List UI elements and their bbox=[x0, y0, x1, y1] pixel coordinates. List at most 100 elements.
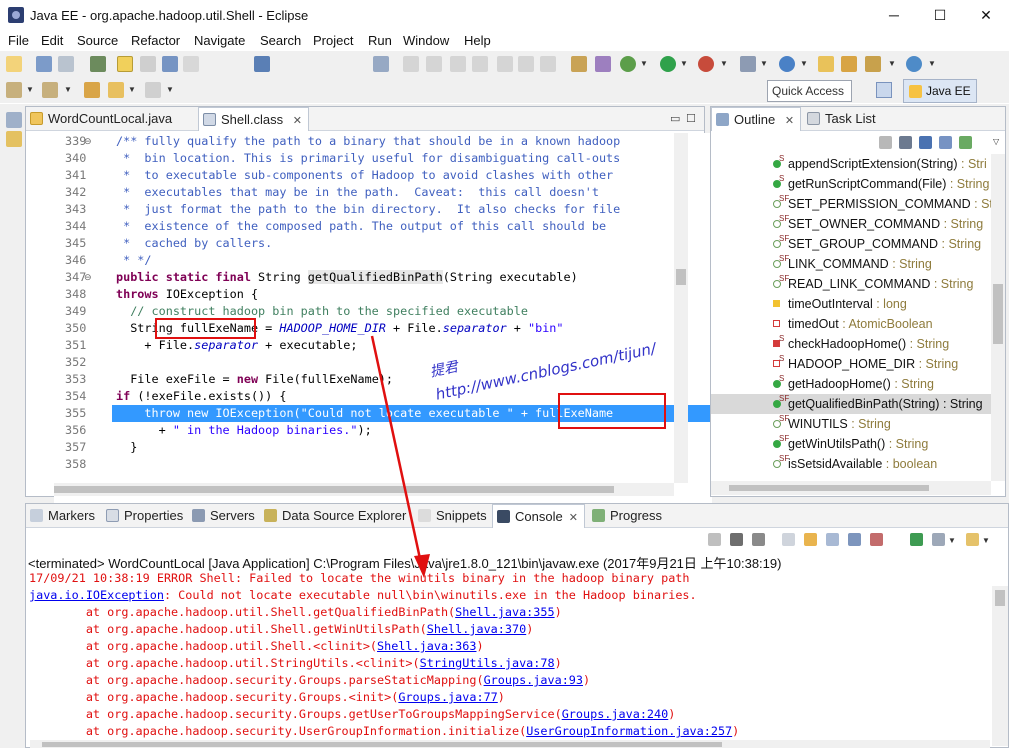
step-over-icon[interactable] bbox=[518, 56, 534, 72]
outline-item[interactable]: S HADOOP_HOME_DIR : String bbox=[711, 354, 991, 374]
previous-annotation-icon[interactable] bbox=[42, 82, 58, 98]
new-icon[interactable] bbox=[6, 56, 22, 72]
chevron-down-icon[interactable]: ▼ bbox=[982, 536, 990, 545]
chevron-down-icon[interactable]: ▼ bbox=[26, 85, 34, 94]
tab-servers[interactable]: Servers bbox=[188, 504, 261, 528]
terminate-icon[interactable] bbox=[450, 56, 466, 72]
forward-arrow-icon[interactable] bbox=[145, 82, 161, 98]
monitor-icon[interactable] bbox=[254, 56, 270, 72]
tab-markers[interactable]: Markers bbox=[26, 504, 101, 528]
open-type-icon[interactable] bbox=[818, 56, 834, 72]
minimize-panel-icon[interactable]: ▭ bbox=[670, 112, 680, 125]
menu-file[interactable]: File bbox=[8, 33, 29, 48]
outline-item[interactable]: timedOut : AtomicBoolean bbox=[711, 314, 991, 334]
vertical-scrollbar[interactable] bbox=[674, 133, 688, 483]
sort-icon[interactable] bbox=[879, 136, 892, 149]
horizontal-scrollbar[interactable] bbox=[711, 481, 991, 495]
chevron-down-icon[interactable]: ▼ bbox=[64, 85, 72, 94]
outline-item-selected[interactable]: SF getQualifiedBinPath(String) : String bbox=[711, 394, 991, 414]
run-external-tools-icon[interactable] bbox=[698, 56, 714, 72]
outline-item[interactable]: SappendScriptExtension(String) : Stri bbox=[711, 154, 991, 174]
tab-outline[interactable]: Outline ✕ bbox=[711, 107, 802, 131]
search-icon[interactable] bbox=[865, 56, 881, 72]
vertical-scrollbar[interactable] bbox=[992, 586, 1008, 746]
menu-search[interactable]: Search bbox=[260, 33, 301, 48]
chevron-down-icon[interactable]: ▼ bbox=[928, 59, 936, 68]
chevron-down-icon[interactable]: ▼ bbox=[166, 85, 174, 94]
stack-frame-link[interactable]: Shell.java:355 bbox=[455, 605, 554, 619]
chevron-down-icon[interactable]: ▼ bbox=[640, 59, 648, 68]
outline-item[interactable]: SF WINUTILS : String bbox=[711, 414, 991, 434]
word-wrap-icon[interactable] bbox=[826, 533, 839, 546]
step-into-icon[interactable] bbox=[497, 56, 513, 72]
open-task-icon[interactable] bbox=[841, 56, 857, 72]
hide-static-icon[interactable] bbox=[919, 136, 932, 149]
show-whitespace-icon[interactable] bbox=[183, 56, 199, 72]
tab-properties[interactable]: Properties bbox=[102, 504, 189, 528]
menu-run[interactable]: Run bbox=[368, 33, 392, 48]
view-menu-icon[interactable]: ▽ bbox=[993, 137, 999, 146]
outline-item[interactable]: SgetHadoopHome() : String bbox=[711, 374, 991, 394]
stack-frame-link[interactable]: Shell.java:363 bbox=[377, 639, 476, 653]
hide-fields-icon[interactable] bbox=[899, 136, 912, 149]
new-server-icon[interactable] bbox=[740, 56, 756, 72]
scrollbar-thumb[interactable] bbox=[42, 742, 722, 747]
use-step-filters-icon[interactable] bbox=[571, 56, 587, 72]
chevron-down-icon[interactable]: ▼ bbox=[720, 59, 728, 68]
outline-item[interactable]: SF getWinUtilsPath() : String bbox=[711, 434, 991, 454]
hide-local-types-icon[interactable] bbox=[959, 136, 972, 149]
scrollbar-thumb[interactable] bbox=[54, 486, 614, 493]
tab-console[interactable]: Console ✕ bbox=[492, 504, 585, 528]
close-tab-icon[interactable]: ✕ bbox=[569, 512, 578, 524]
stack-frame-link[interactable]: Groups.java:77 bbox=[398, 690, 497, 704]
suspend-icon[interactable] bbox=[426, 56, 442, 72]
toggle-word-wrap-icon[interactable] bbox=[162, 56, 178, 72]
chevron-down-icon[interactable]: ▼ bbox=[888, 59, 896, 68]
new-java-class-icon[interactable] bbox=[779, 56, 795, 72]
show-on-stderr-icon[interactable] bbox=[870, 533, 883, 546]
remove-launch-icon[interactable] bbox=[730, 533, 743, 546]
terminate-icon[interactable] bbox=[708, 533, 721, 546]
menu-project[interactable]: Project bbox=[313, 33, 353, 48]
fold-toggle-icon[interactable]: ⊖ bbox=[84, 136, 92, 147]
step-return-icon[interactable] bbox=[540, 56, 556, 72]
outline-item[interactable]: SF SET_OWNER_COMMAND : String bbox=[711, 214, 991, 234]
back-arrow-icon[interactable] bbox=[108, 82, 124, 98]
refresh-icon[interactable] bbox=[595, 56, 611, 72]
menu-navigate[interactable]: Navigate bbox=[194, 33, 245, 48]
remove-all-terminated-icon[interactable] bbox=[752, 533, 765, 546]
outline-item[interactable]: SF LINK_COMMAND : String bbox=[711, 254, 991, 274]
maximize-button[interactable]: ☐ bbox=[917, 0, 963, 31]
stack-frame-link[interactable]: StringUtils.java:78 bbox=[420, 656, 555, 670]
run-icon[interactable] bbox=[660, 56, 676, 72]
disconnect-icon[interactable] bbox=[472, 56, 488, 72]
scroll-lock-icon[interactable] bbox=[804, 533, 817, 546]
outline-item[interactable]: SF SET_GROUP_COMMAND : String bbox=[711, 234, 991, 254]
tab-wordcountlocal[interactable]: WordCountLocal.java bbox=[26, 107, 178, 131]
hide-nonpublic-icon[interactable] bbox=[939, 136, 952, 149]
menu-edit[interactable]: Edit bbox=[41, 33, 63, 48]
chevron-down-icon[interactable]: ▼ bbox=[948, 536, 956, 545]
debug-config-icon[interactable] bbox=[90, 56, 106, 72]
outline-item[interactable]: SgetRunScriptCommand(File) : String bbox=[711, 174, 991, 194]
menu-refactor[interactable]: Refactor bbox=[131, 33, 180, 48]
outline-item[interactable]: SF READ_LINK_COMMAND : String bbox=[711, 274, 991, 294]
stack-frame-link[interactable]: Groups.java:93 bbox=[484, 673, 583, 687]
menu-help[interactable]: Help bbox=[464, 33, 491, 48]
scrollbar-thumb[interactable] bbox=[995, 590, 1005, 606]
restore-icon[interactable] bbox=[6, 112, 22, 128]
debug-icon[interactable] bbox=[620, 56, 636, 72]
outline-item[interactable]: SFSET_PERMISSION_COMMAND : Str bbox=[711, 194, 991, 214]
close-tab-icon[interactable]: ✕ bbox=[293, 115, 302, 127]
vertical-scrollbar[interactable] bbox=[991, 154, 1005, 481]
menu-window[interactable]: Window bbox=[403, 33, 449, 48]
stack-frame-link[interactable]: Groups.java:240 bbox=[562, 707, 669, 721]
save-icon[interactable] bbox=[36, 56, 52, 72]
scrollbar-thumb[interactable] bbox=[729, 485, 929, 491]
tab-progress[interactable]: Progress bbox=[588, 504, 668, 528]
pin-console-icon[interactable] bbox=[910, 533, 923, 546]
next-annotation-icon[interactable] bbox=[6, 82, 22, 98]
exception-link[interactable]: java.io.IOException bbox=[29, 588, 164, 602]
tab-task-list[interactable]: Task List bbox=[803, 107, 882, 131]
outline-item[interactable]: ScheckHadoopHome() : String bbox=[711, 334, 991, 354]
